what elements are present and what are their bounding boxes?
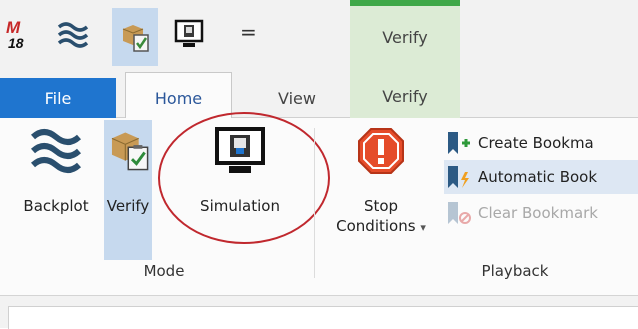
tab-view[interactable]: View — [262, 78, 332, 118]
playback-group-label: Playback — [481, 262, 549, 280]
stop-octagon-icon — [354, 124, 408, 178]
contextual-tab-group-label: Verify — [382, 28, 428, 47]
tab-verify[interactable]: Verify — [350, 68, 460, 118]
automatic-bookmark-button[interactable]: Automatic Book — [444, 160, 638, 194]
app-logo-version: 18 — [8, 35, 24, 51]
automatic-bookmark-label: Automatic Book — [478, 168, 598, 186]
backplot-label: Backplot — [23, 197, 89, 215]
mode-group-label: Mode — [143, 262, 185, 280]
stop-conditions-line2: Conditions — [336, 217, 416, 235]
app-logo-icon[interactable]: M 18 — [2, 10, 44, 58]
clear-bookmark-button: Clear Bookmark — [444, 196, 598, 230]
create-bookmark-icon — [444, 129, 472, 157]
clear-bookmark-icon — [444, 199, 472, 227]
simulation-monitor-icon — [174, 19, 204, 47]
verify-box-clipboard-icon — [101, 124, 155, 178]
chevron-down-icon: ▾ — [420, 221, 426, 234]
tab-home[interactable]: Home — [125, 72, 232, 119]
qat-backplot-button[interactable] — [52, 10, 94, 58]
create-bookmark-label: Create Bookma — [478, 134, 594, 152]
customize-qat-icon[interactable]: = — [240, 20, 257, 44]
stop-conditions-button[interactable]: Stop Conditions ▾ — [326, 124, 436, 238]
automatic-bookmark-icon — [444, 163, 472, 191]
verify-box-clipboard-icon — [122, 25, 149, 52]
document-area — [8, 306, 638, 329]
backplot-waves-icon — [29, 124, 83, 178]
backplot-waves-icon — [57, 22, 89, 48]
qat-simulation-button[interactable] — [168, 10, 210, 58]
stop-conditions-line1: Stop — [363, 197, 399, 215]
verify-button[interactable]: Verify — [104, 124, 152, 217]
tab-file[interactable]: File — [0, 78, 116, 118]
group-separator — [314, 128, 315, 278]
annotation-circle — [158, 112, 330, 244]
quick-access-toolbar — [0, 0, 638, 68]
backplot-button[interactable]: Backplot — [14, 124, 98, 217]
verify-label: Verify — [106, 197, 150, 215]
qat-verify-button[interactable] — [112, 8, 158, 66]
create-bookmark-button[interactable]: Create Bookma — [444, 126, 594, 160]
clear-bookmark-label: Clear Bookmark — [478, 204, 598, 222]
